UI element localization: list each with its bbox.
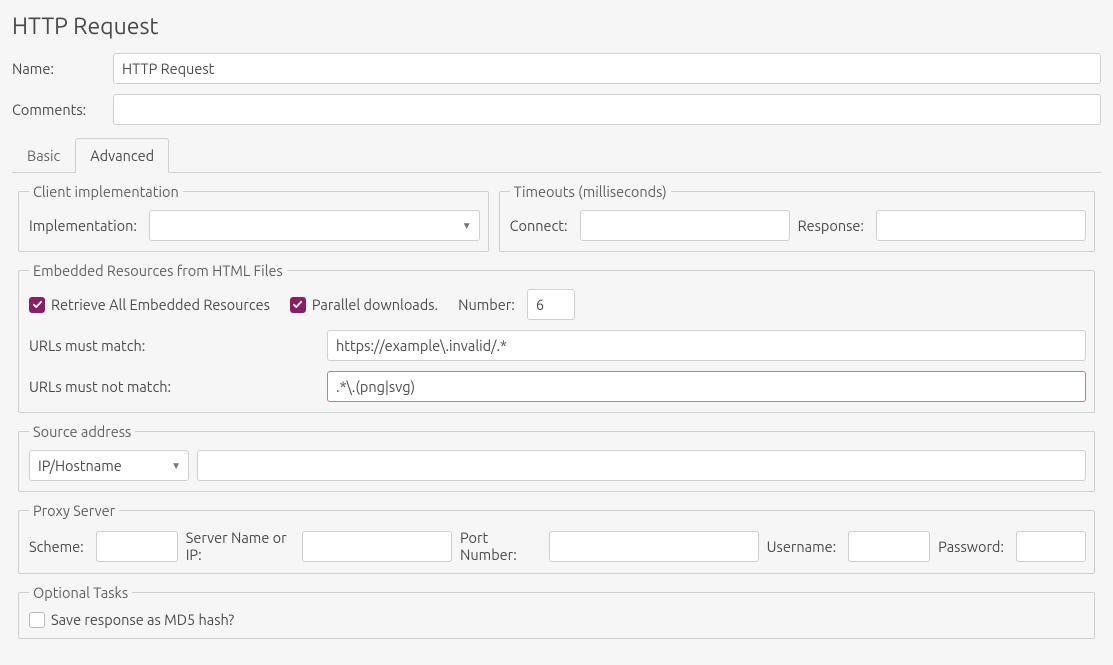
checkbox-icon [290,297,306,313]
urls-match-input[interactable] [327,330,1086,361]
embedded-resources-group: Embedded Resources from HTML Files Retri… [18,262,1095,413]
urls-not-match-label: URLs must not match: [29,378,319,395]
source-address-group: Source address IP/Hostname ▼ [18,423,1095,492]
comments-label: Comments: [12,101,107,118]
retrieve-all-checkbox[interactable]: Retrieve All Embedded Resources [29,296,270,313]
optional-tasks-group: Optional Tasks Save response as MD5 hash… [18,584,1095,639]
embedded-resources-legend: Embedded Resources from HTML Files [29,262,287,279]
parallel-downloads-checkbox[interactable]: Parallel downloads. [290,296,438,313]
implementation-label: Implementation: [29,217,137,234]
urls-match-label: URLs must match: [29,337,319,354]
client-implementation-legend: Client implementation [29,183,183,200]
connect-timeout-input[interactable] [580,210,790,241]
proxy-server-group: Proxy Server Scheme: Server Name or IP: … [18,502,1095,574]
optional-tasks-legend: Optional Tasks [29,584,132,601]
proxy-user-label: Username: [767,538,837,555]
retrieve-all-label: Retrieve All Embedded Resources [51,296,270,313]
proxy-port-label: Port Number: [460,529,537,563]
md5-label: Save response as MD5 hash? [51,611,234,628]
source-address-input[interactable] [197,450,1086,481]
number-label: Number: [458,296,515,313]
proxy-port-input[interactable] [549,531,759,562]
connect-label: Connect: [510,217,568,234]
tab-basic[interactable]: Basic [12,138,75,173]
proxy-user-input[interactable] [848,531,930,562]
timeouts-group: Timeouts (milliseconds) Connect: Respons… [499,183,1095,252]
checkbox-icon [29,612,45,628]
timeouts-legend: Timeouts (milliseconds) [510,183,671,200]
proxy-server-input[interactable] [302,531,452,562]
proxy-scheme-label: Scheme: [29,538,84,555]
parallel-number-input[interactable] [527,289,575,320]
proxy-pass-input[interactable] [1016,531,1086,562]
client-implementation-group: Client implementation Implementation: ▼ [18,183,489,252]
tab-advanced[interactable]: Advanced [75,138,169,173]
md5-checkbox[interactable]: Save response as MD5 hash? [29,611,234,628]
source-address-legend: Source address [29,423,135,440]
urls-not-match-input[interactable] [327,371,1086,402]
name-input[interactable] [113,53,1101,84]
page-title: HTTP Request [12,14,1101,39]
proxy-scheme-input[interactable] [96,531,178,562]
implementation-select[interactable] [149,210,480,241]
response-timeout-input[interactable] [876,210,1086,241]
response-label: Response: [798,217,864,234]
proxy-server-legend: Proxy Server [29,502,119,519]
name-label: Name: [12,60,107,77]
proxy-pass-label: Password: [938,538,1004,555]
comments-input[interactable] [113,94,1101,125]
parallel-downloads-label: Parallel downloads. [312,296,438,313]
source-address-type-select[interactable]: IP/Hostname [29,450,189,481]
checkbox-icon [29,297,45,313]
proxy-server-label: Server Name or IP: [186,529,290,563]
